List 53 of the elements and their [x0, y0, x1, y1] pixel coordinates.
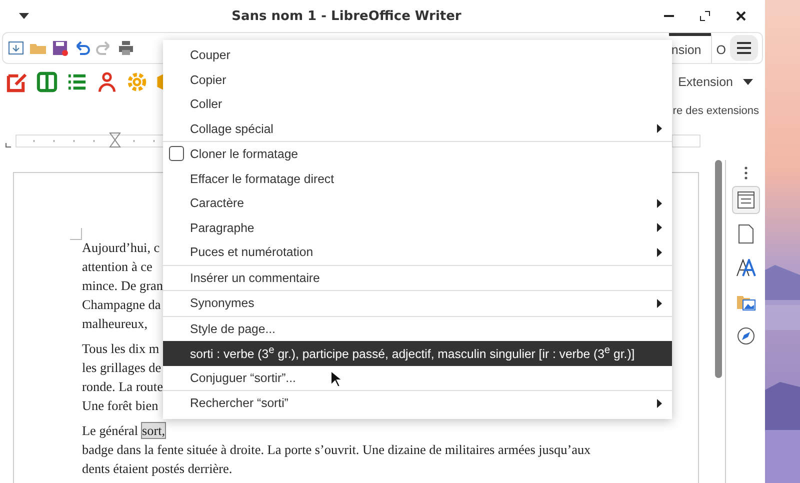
menu-item[interactable]: Puces et numérotation	[163, 240, 672, 264]
document-text-line: ronde. La route	[82, 378, 163, 396]
menu-item[interactable]: Rechercher “sorti”	[163, 391, 672, 416]
menu-item[interactable]: sorti : verbe (3$^{e}$ gr.), participe passé, adjectif, masculin singulier [ir : verbe (3$^{e}$ gr.)]	[163, 341, 672, 366]
menu-button[interactable]	[730, 35, 758, 61]
menu-item[interactable]: Collage spécial	[163, 116, 672, 141]
document-text-line: Le général sort,	[82, 422, 166, 440]
page-icon	[738, 224, 754, 244]
extension-dropdown[interactable]: Extension	[678, 75, 759, 89]
menu-icon	[737, 42, 751, 54]
document-text-line: Une forêt bien	[82, 397, 158, 415]
scrollbar-thumb[interactable]	[714, 160, 722, 378]
document-text-line: Tous les dix m	[82, 340, 160, 358]
properties-icon	[736, 191, 754, 209]
menu-item[interactable]: Cloner le formatage	[163, 142, 672, 166]
document-text-line: les grillages de	[82, 359, 162, 377]
document-text-line: badge dans la fente située à droite. La porte s’ouvrit. Une dizaine de militaires armées jusqu’aux	[82, 441, 591, 459]
window-title: Sans nom 1 - LibreOffice Writer	[230, 8, 462, 24]
gallery-icon	[736, 293, 756, 311]
caret-icon	[743, 79, 753, 85]
menu-item[interactable]: Style de page...	[163, 316, 672, 341]
printer-icon[interactable]	[117, 39, 135, 57]
person-icon[interactable]	[96, 71, 118, 93]
menu-item[interactable]: Couper	[163, 43, 672, 68]
save-icon[interactable]	[51, 39, 69, 57]
menu-item[interactable]: Paragraphe	[163, 216, 672, 240]
compass-icon	[736, 326, 756, 346]
more-icon[interactable]	[744, 166, 748, 180]
document-text-line: dents étaient postés derrière.	[82, 460, 232, 478]
maximize-icon	[700, 11, 710, 21]
document-text-line: malheureux,	[82, 315, 148, 333]
properties-button[interactable]	[732, 186, 760, 214]
document-text-line: attention à ce	[82, 258, 152, 276]
checkbox[interactable]	[169, 146, 184, 161]
extensions-label: re des extensions	[672, 105, 759, 117]
close-icon	[736, 11, 746, 21]
caret-icon	[19, 13, 29, 19]
book-icon[interactable]	[36, 71, 58, 93]
document-text-line: Champagne da	[82, 296, 161, 314]
edit-icon[interactable]	[6, 71, 28, 93]
document-text-line: Aujourd’hui, c	[82, 239, 160, 257]
template-icon[interactable]	[7, 39, 25, 57]
menu-item[interactable]: Copier	[163, 68, 672, 92]
menu-item[interactable]: Caractère	[163, 191, 672, 216]
document-text-line: mince. De gran	[82, 277, 163, 295]
menu-item[interactable]: Effacer le formatage direct	[163, 166, 672, 191]
menu-item[interactable]: Coller	[163, 92, 672, 116]
menu-item[interactable]: Insérer un commentaire	[163, 266, 672, 290]
mouse-cursor-icon	[330, 370, 342, 388]
menu-item[interactable]: Synonymes	[163, 291, 672, 316]
styles-icon	[736, 259, 756, 277]
minimize-icon	[664, 15, 674, 17]
menu-item[interactable]: Conjuguer “sortir”...	[163, 366, 672, 390]
